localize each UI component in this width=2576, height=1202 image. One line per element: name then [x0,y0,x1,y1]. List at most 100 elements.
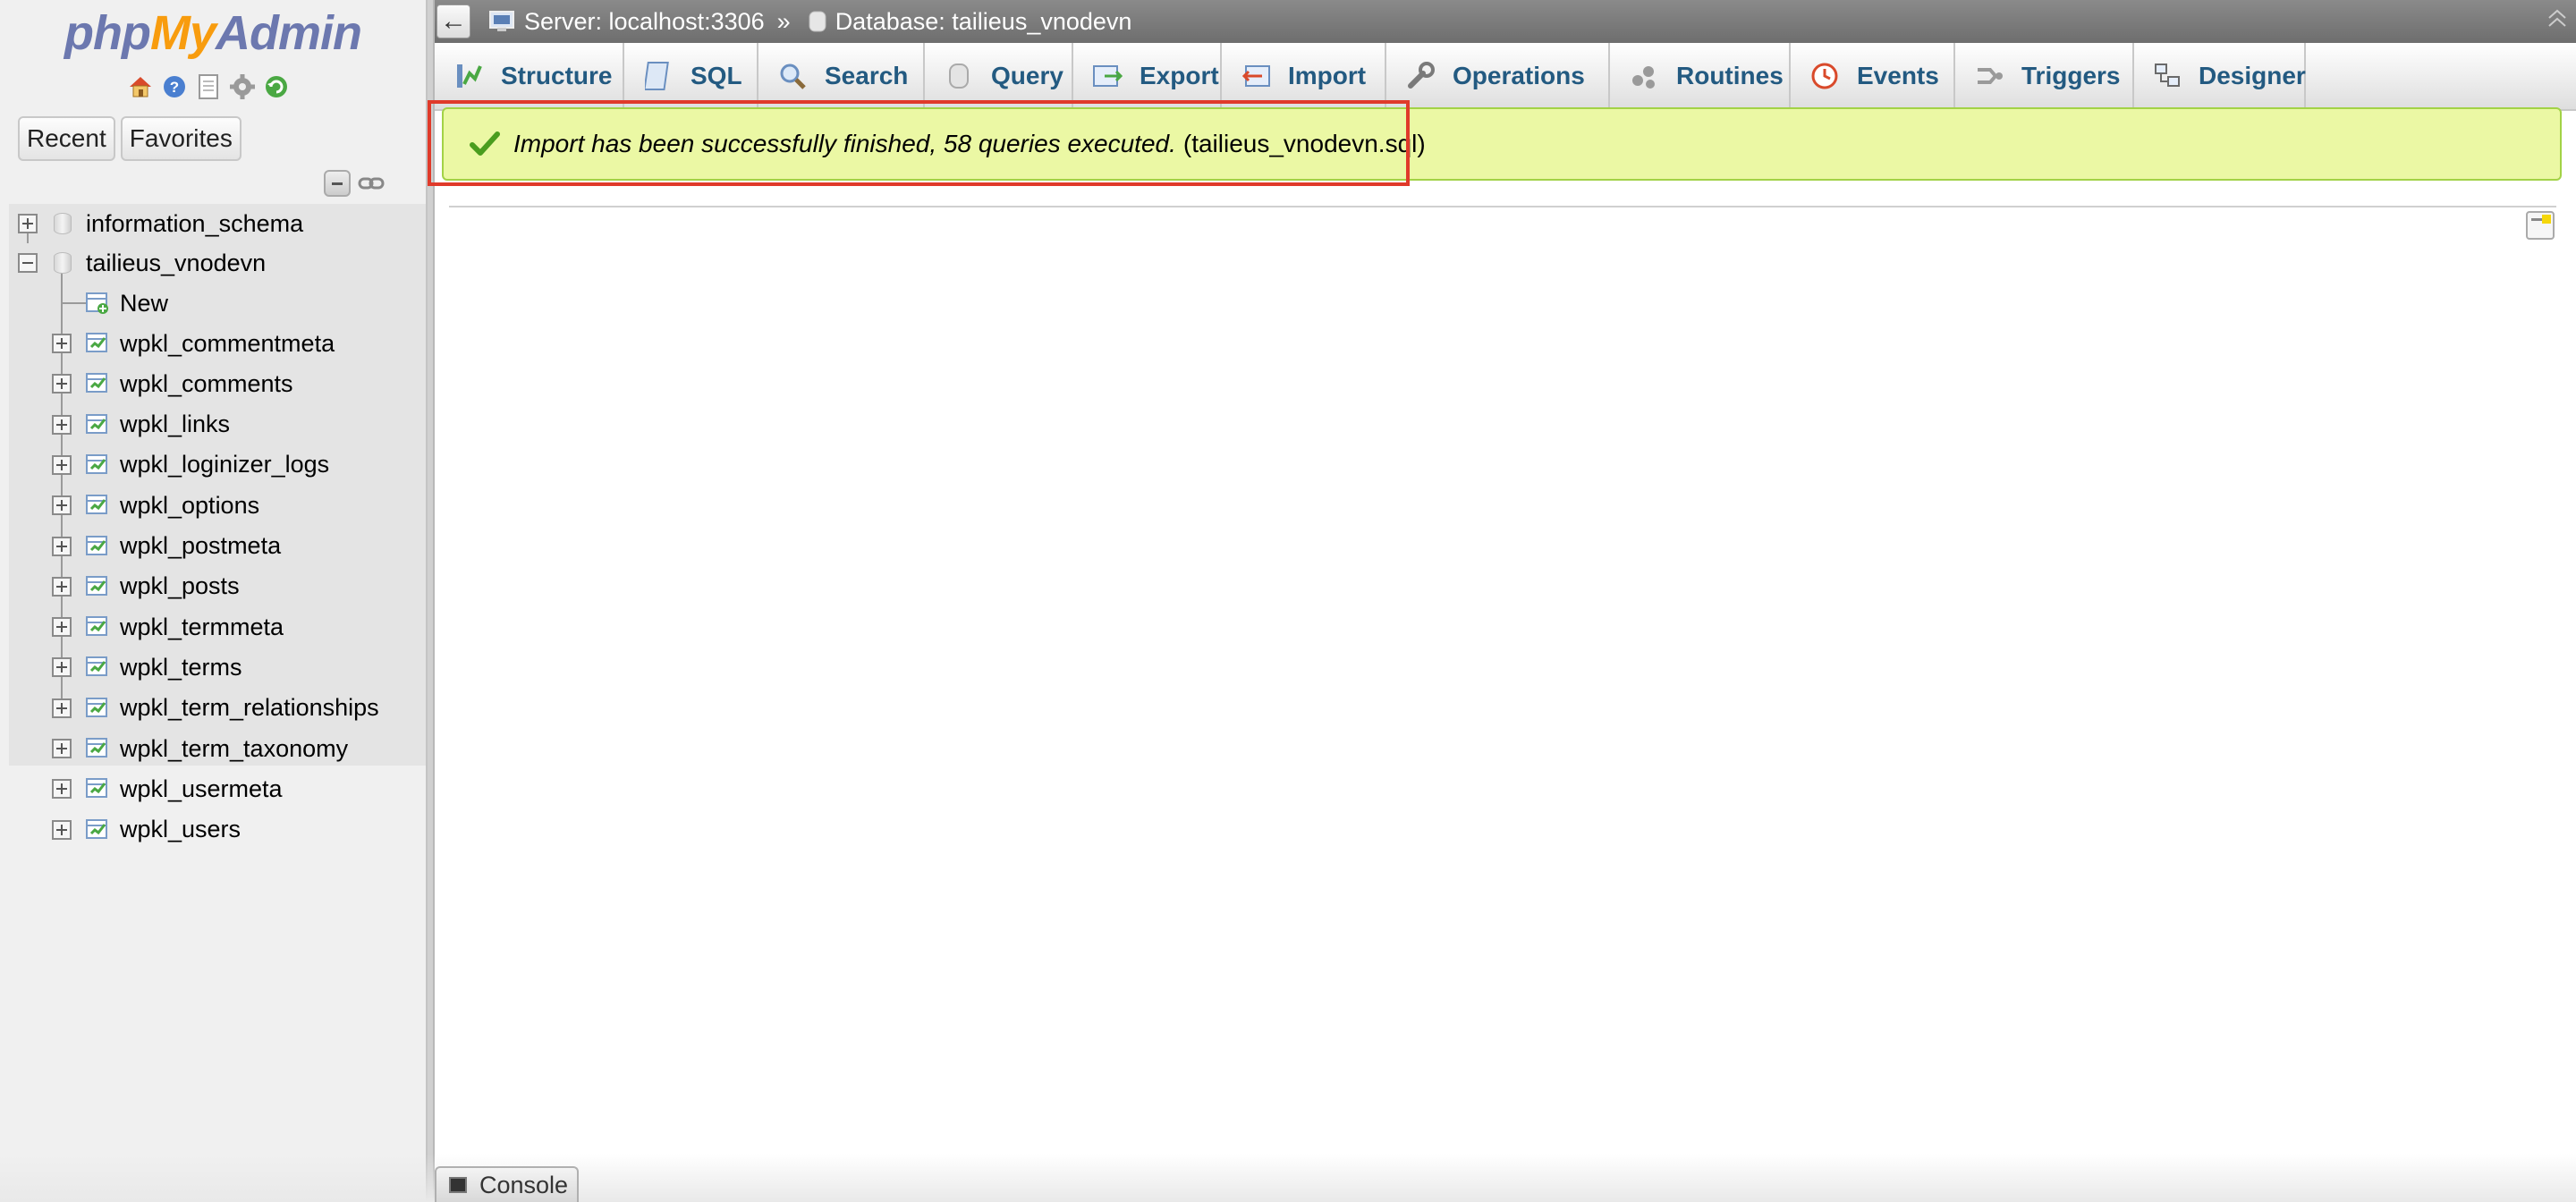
tree-table-label[interactable]: wpkl_loginizer_logs [120,451,329,478]
tree-table-label[interactable]: wpkl_term_relationships [120,694,379,722]
help-icon[interactable]: ? [161,73,188,100]
tab-routines[interactable]: Routines [1610,43,1791,109]
tree-table-label[interactable]: wpkl_terms [120,654,242,681]
table-icon [86,697,107,717]
tree-db-label[interactable]: information_schema [86,210,303,238]
expand-icon[interactable] [52,698,72,718]
tab-label[interactable]: SQL [691,62,742,90]
collapse-all-icon[interactable] [324,170,351,197]
expand-icon[interactable] [52,739,72,758]
collapse-icon[interactable] [18,253,38,273]
wrench-icon [1404,60,1436,92]
tab-triggers[interactable]: Triggers [1955,43,2134,109]
tree-table-item[interactable]: wpkl_term_taxonomy [9,729,426,768]
tab-structure[interactable]: Structure [435,43,624,109]
new-label[interactable]: New [120,290,168,317]
link-with-main-icon[interactable] [358,174,385,192]
tab-label[interactable]: Events [1857,62,1939,90]
server-icon [489,11,514,31]
tab-operations[interactable]: Operations [1386,43,1610,109]
expand-icon[interactable] [52,414,72,435]
tree-table-label[interactable]: wpkl_users [120,816,241,843]
tab-search[interactable]: Search [758,43,925,109]
breadcrumb-server[interactable]: Server: localhost:3306 [488,8,765,36]
tree-table-item[interactable]: wpkl_term_relationships [9,689,426,728]
tab-sql[interactable]: SQL [624,43,758,109]
tab-label[interactable]: Search [825,62,908,90]
table-icon [86,333,107,352]
tab-events[interactable]: Events [1791,43,1955,109]
tab-label[interactable]: Query [991,62,1063,90]
tab-label[interactable]: Structure [501,62,612,90]
breadcrumb-database[interactable]: Database: tailieus_vnodevn [809,8,1132,36]
tab-designer[interactable]: Designer [2134,43,2306,109]
tree-db-label[interactable]: tailieus_vnodevn [86,250,266,277]
expand-icon[interactable] [18,214,38,233]
home-icon[interactable] [127,73,154,100]
tree-table-label[interactable]: wpkl_options [120,492,259,520]
events-icon [1809,60,1841,92]
tree-table-label[interactable]: wpkl_usermeta [120,775,283,803]
structure-icon [453,60,485,92]
tree-table-label[interactable]: wpkl_term_taxonomy [120,735,348,763]
tree-table-item[interactable]: wpkl_loginizer_logs [9,445,426,485]
tab-label[interactable]: Designer [2199,62,2306,90]
tree-new-table[interactable]: New [9,284,426,323]
database-label[interactable]: Database: tailieus_vnodevn [835,8,1132,36]
collapse-top-icon[interactable] [2546,7,2572,34]
tab-import[interactable]: Import [1222,43,1386,109]
expand-icon[interactable] [52,495,72,516]
expand-icon[interactable] [52,576,72,597]
tree-table-label[interactable]: wpkl_posts [120,572,240,600]
tree-table-item[interactable]: wpkl_termmeta [9,607,426,647]
docs-icon[interactable] [195,73,222,100]
tab-label[interactable]: Triggers [2021,62,2120,90]
tree-table-label[interactable]: wpkl_termmeta [120,614,284,641]
expand-icon[interactable] [52,536,72,556]
tab-export[interactable]: Export [1073,43,1222,109]
tab-label[interactable]: Operations [1453,62,1585,90]
expand-icon[interactable] [52,454,72,475]
tree-table-label[interactable]: wpkl_links [120,411,230,438]
tree-table-item[interactable]: wpkl_links [9,405,426,444]
sql-icon [642,60,674,92]
server-label[interactable]: Server: localhost:3306 [524,8,765,36]
tree-db-information-schema[interactable]: information_schema [9,204,426,243]
tab-query[interactable]: Query [925,43,1073,109]
tree-table-item[interactable]: wpkl_postmeta [9,527,426,566]
expand-icon[interactable] [52,334,72,353]
new-table-icon [86,292,108,314]
table-icon [86,616,107,637]
tree-table-item[interactable]: wpkl_terms [9,648,426,687]
expand-icon[interactable] [52,819,72,840]
tree-table-item[interactable]: wpkl_commentmeta [9,324,426,363]
console-label[interactable]: Console [479,1172,568,1199]
tree-table-item[interactable]: wpkl_options [9,486,426,525]
recent-button[interactable]: Recent [18,116,115,161]
page-settings-icon[interactable] [2526,211,2555,240]
reload-icon[interactable] [263,73,290,100]
phpmyadmin-logo[interactable]: phpMyAdmin [64,5,362,61]
tree-table-item[interactable]: wpkl_usermeta [9,769,426,808]
expand-icon[interactable] [52,779,72,800]
tree-table-label[interactable]: wpkl_postmeta [120,532,281,560]
tree-table-item[interactable]: wpkl_users [9,810,426,850]
console-tab[interactable]: Console [435,1166,580,1202]
tree-db-tailieus-vnodevn[interactable]: tailieus_vnodevn [9,243,426,283]
tab-label[interactable]: Routines [1676,62,1784,90]
settings-icon[interactable] [229,73,256,100]
expand-icon[interactable] [52,374,72,394]
expand-icon[interactable] [52,657,72,678]
back-arrow-icon[interactable]: ← [436,4,470,38]
database-icon [809,11,826,32]
tree-table-item[interactable]: wpkl_comments [9,364,426,403]
database-icon [54,213,72,234]
tree-table-label[interactable]: wpkl_comments [120,370,293,398]
expand-icon[interactable] [52,617,72,638]
tree-table-item[interactable]: wpkl_posts [9,567,426,606]
favorites-button[interactable]: Favorites [120,116,242,161]
tab-label[interactable]: Import [1288,62,1366,90]
highlight-box [428,100,1410,186]
tree-table-label[interactable]: wpkl_commentmeta [120,330,335,358]
tab-label[interactable]: Export [1140,62,1219,90]
